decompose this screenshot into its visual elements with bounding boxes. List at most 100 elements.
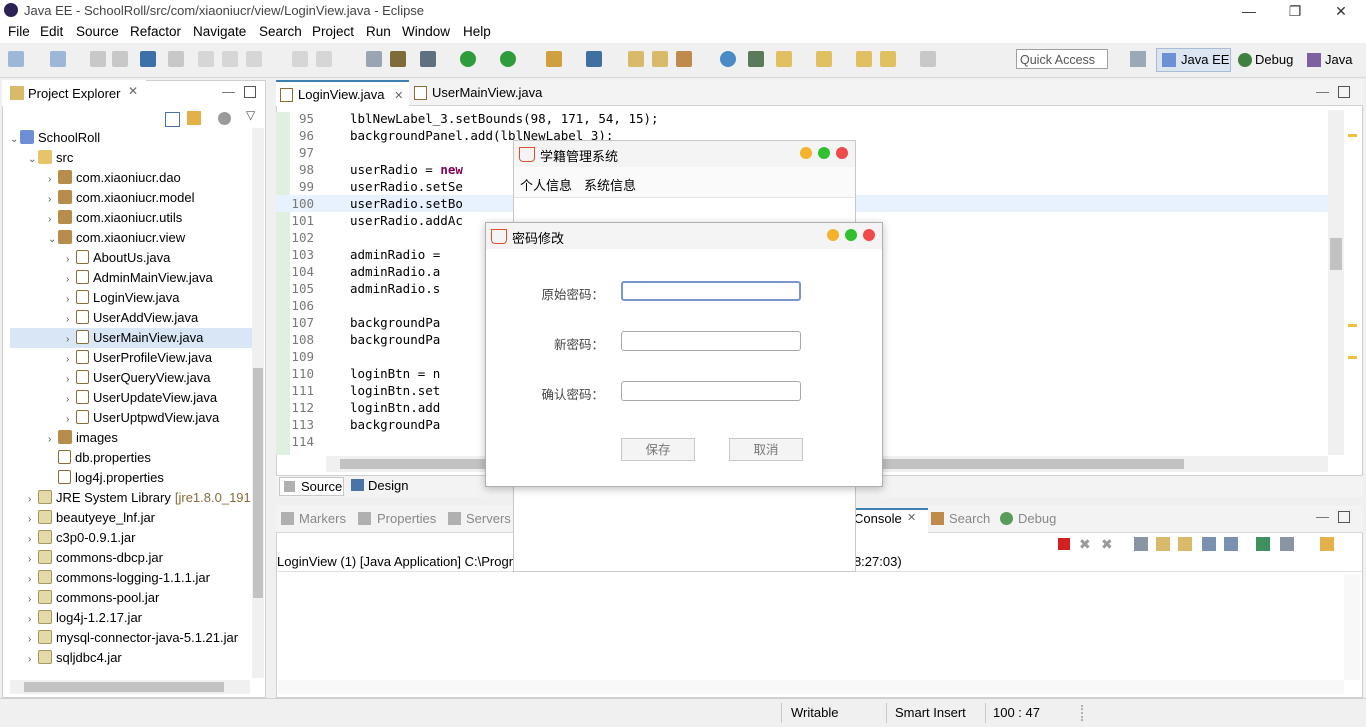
menu-refactor[interactable]: Refactor xyxy=(130,24,181,39)
chevron-right-icon[interactable]: › xyxy=(48,190,58,210)
maximize-dot-icon[interactable] xyxy=(845,229,857,241)
close-button[interactable]: ✕ xyxy=(1318,0,1364,22)
chevron-right-icon[interactable]: › xyxy=(48,210,58,230)
open-task-icon[interactable] xyxy=(652,51,668,67)
tab-servers[interactable]: Servers xyxy=(466,511,511,526)
menu-project[interactable]: Project xyxy=(312,24,354,39)
suspend-icon[interactable] xyxy=(222,51,238,67)
search-tool-icon[interactable] xyxy=(676,51,692,67)
menu-help[interactable]: Help xyxy=(463,24,491,39)
show-on-out-icon[interactable] xyxy=(1202,537,1216,551)
last-edit-icon[interactable] xyxy=(856,51,872,67)
view-menu-icon[interactable]: ▽ xyxy=(246,108,255,122)
tree-item[interactable]: › UserAddView.java xyxy=(10,308,254,328)
chevron-right-icon[interactable]: › xyxy=(66,330,76,350)
chevron-down-icon[interactable]: ⌄ xyxy=(48,230,58,250)
open-perspective-icon[interactable] xyxy=(1130,51,1146,67)
tab-markers[interactable]: Markers xyxy=(299,511,346,526)
new-password-field[interactable] xyxy=(621,331,801,351)
tree-item[interactable]: › UserUptpwdView.java xyxy=(10,408,254,428)
chevron-right-icon[interactable]: › xyxy=(28,530,38,550)
step-over-icon[interactable] xyxy=(292,51,308,67)
pin-console-icon[interactable] xyxy=(1256,537,1270,551)
chevron-down-icon[interactable]: ⌄ xyxy=(10,130,20,150)
tree-item[interactable]: › commons-pool.jar xyxy=(10,588,254,608)
tab-properties[interactable]: Properties xyxy=(377,511,436,526)
menu-navigate[interactable]: Navigate xyxy=(193,24,246,39)
open-console-icon[interactable] xyxy=(1320,537,1334,551)
tree-item[interactable]: › AboutUs.java xyxy=(10,248,254,268)
tab-source[interactable]: Source xyxy=(279,477,344,496)
tree-item[interactable]: › com.xiaoniucr.utils xyxy=(10,208,254,228)
chevron-right-icon[interactable]: › xyxy=(48,430,58,450)
project-explorer-tab[interactable]: Project Explorer ✕ xyxy=(2,80,146,106)
chevron-right-icon[interactable]: › xyxy=(66,310,76,330)
console-icon[interactable] xyxy=(140,51,156,67)
display-console-icon[interactable] xyxy=(1280,537,1294,551)
close-tab-icon[interactable]: ✕ xyxy=(907,511,916,524)
debug-icon[interactable] xyxy=(420,51,436,67)
tree-item[interactable]: › JRE System Library [jre1.8.0_191 xyxy=(10,488,254,508)
menu-personal-info[interactable]: 个人信息 xyxy=(520,175,572,194)
tree-item[interactable]: ⌄ com.xiaoniucr.view xyxy=(10,228,254,248)
new-wizard-icon[interactable] xyxy=(50,51,66,67)
tree-item[interactable]: › beautyeye_lnf.jar xyxy=(10,508,254,528)
ruler-marker[interactable] xyxy=(1348,356,1357,359)
cancel-button[interactable]: 取消 xyxy=(729,438,803,461)
clear-console-icon[interactable] xyxy=(1134,537,1148,551)
close-tab-icon[interactable]: ✕ xyxy=(128,84,138,98)
console-maximize-icon[interactable] xyxy=(1338,511,1350,523)
chevron-right-icon[interactable]: › xyxy=(66,350,76,370)
tree-item[interactable]: › UserQueryView.java xyxy=(10,368,254,388)
open-type-icon[interactable] xyxy=(628,51,644,67)
new-server-icon[interactable] xyxy=(546,51,562,67)
menu-edit[interactable]: Edit xyxy=(40,24,63,39)
tree-item[interactable]: log4j.properties xyxy=(10,468,254,488)
ruler-marker[interactable] xyxy=(1348,324,1357,327)
tree-item[interactable]: › UserProfileView.java xyxy=(10,348,254,368)
remove-launch-icon[interactable]: ✖ xyxy=(1079,536,1091,553)
restore-button[interactable]: ❐ xyxy=(1272,0,1318,22)
tree-item[interactable]: › AdminMainView.java xyxy=(10,268,254,288)
tree-item[interactable]: › c3p0-0.9.1.jar xyxy=(10,528,254,548)
globe-icon[interactable] xyxy=(720,51,736,67)
filter-icon[interactable] xyxy=(218,112,231,125)
close-dot-icon[interactable] xyxy=(836,147,848,159)
tab-usermainview[interactable]: UserMainView.java xyxy=(410,80,560,106)
chevron-right-icon[interactable]: › xyxy=(28,490,38,510)
terminate-icon[interactable] xyxy=(1058,538,1070,550)
chevron-right-icon[interactable]: › xyxy=(28,590,38,610)
tab-design[interactable]: Design xyxy=(368,478,408,493)
chevron-right-icon[interactable]: › xyxy=(28,570,38,590)
tab-search[interactable]: Search xyxy=(949,511,990,526)
forward-icon[interactable] xyxy=(920,51,936,67)
old-password-field[interactable] xyxy=(621,281,801,301)
console-vscrollbar[interactable] xyxy=(1344,575,1360,680)
tree-item[interactable]: ⌄ src xyxy=(10,148,254,168)
chevron-right-icon[interactable]: › xyxy=(28,550,38,570)
perspective-debug-label[interactable]: Debug xyxy=(1255,52,1293,67)
menu-run[interactable]: Run xyxy=(366,24,391,39)
save-icon[interactable] xyxy=(90,51,106,67)
prev-annotation-icon[interactable] xyxy=(816,51,832,67)
toggle-icon[interactable] xyxy=(366,51,382,67)
scroll-lock-icon[interactable] xyxy=(1156,537,1170,551)
code-line[interactable]: 95 lblNewLabel_3.setBounds(98, 171, 54, 1… xyxy=(276,110,1326,127)
minimize-view-icon[interactable]: — xyxy=(222,84,235,99)
tab-debug[interactable]: Debug xyxy=(1018,511,1056,526)
terminate-icon[interactable] xyxy=(246,51,262,67)
confirm-password-field[interactable] xyxy=(621,381,801,401)
tree-item[interactable]: › LoginView.java xyxy=(10,288,254,308)
step-return-icon[interactable] xyxy=(316,51,332,67)
menu-system-info[interactable]: 系统信息 xyxy=(584,175,636,194)
menu-file[interactable]: File xyxy=(8,24,30,39)
tree-item[interactable]: › commons-dbcp.jar xyxy=(10,548,254,568)
tree-item[interactable]: › sqljdbc4.jar xyxy=(10,648,254,668)
tree-item[interactable]: › UserMainView.java xyxy=(10,328,254,348)
console-minimize-icon[interactable]: — xyxy=(1316,509,1329,524)
chevron-right-icon[interactable]: › xyxy=(66,390,76,410)
explorer-hscroll-thumb[interactable] xyxy=(24,682,224,692)
quick-access-input[interactable]: Quick Access xyxy=(1016,49,1108,69)
maximize-dot-icon[interactable] xyxy=(818,147,830,159)
java-perspective-icon[interactable] xyxy=(1307,53,1321,67)
